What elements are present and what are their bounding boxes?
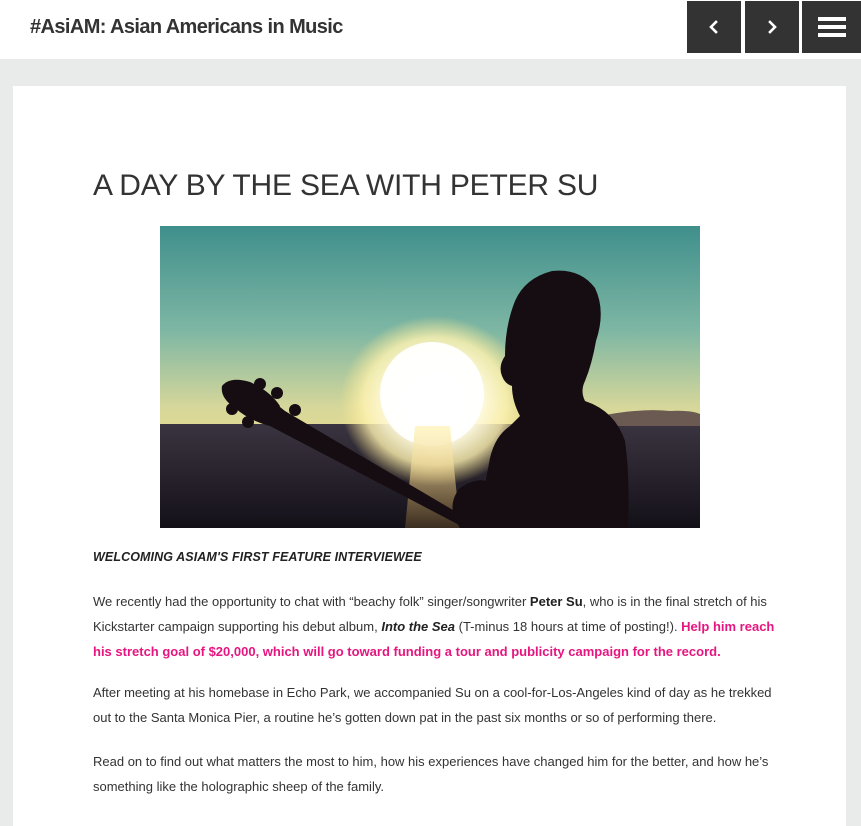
body-paragraph-3: Read on to find out what matters the mos…: [93, 754, 769, 794]
site-title[interactable]: #AsiAM: Asian Americans in Music: [30, 14, 343, 40]
album-title: Into the Sea: [381, 619, 456, 634]
menu-button[interactable]: [802, 1, 861, 53]
paragraph-text: (T-minus 18 hours at time of posting!).: [455, 619, 682, 634]
artist-name: Peter Su: [529, 594, 583, 609]
chevron-left-icon: [709, 20, 718, 34]
post-subheading: WELCOMING ASIAM'S FIRST FEATURE INTERVIE…: [93, 550, 422, 564]
next-post-button[interactable]: [745, 1, 799, 53]
hero-image: [160, 226, 700, 528]
intro-paragraph: We recently had the opportunity to chat …: [93, 589, 783, 664]
top-bar: #AsiAM: Asian Americans in Music: [0, 0, 861, 59]
body-paragraph-2: After meeting at his homebase in Echo Pa…: [93, 685, 772, 725]
chevron-right-icon: [768, 20, 777, 34]
previous-post-button[interactable]: [687, 1, 741, 53]
hamburger-menu-icon: [817, 17, 846, 37]
paragraph-text: We recently had the opportunity to chat …: [93, 594, 530, 609]
post-title: A DAY BY THE SEA WITH PETER SU: [93, 169, 599, 202]
post-card: A DAY BY THE SEA WITH PETER SU WELCOMING…: [13, 86, 846, 826]
guitarist-silhouette-image: [160, 226, 700, 528]
